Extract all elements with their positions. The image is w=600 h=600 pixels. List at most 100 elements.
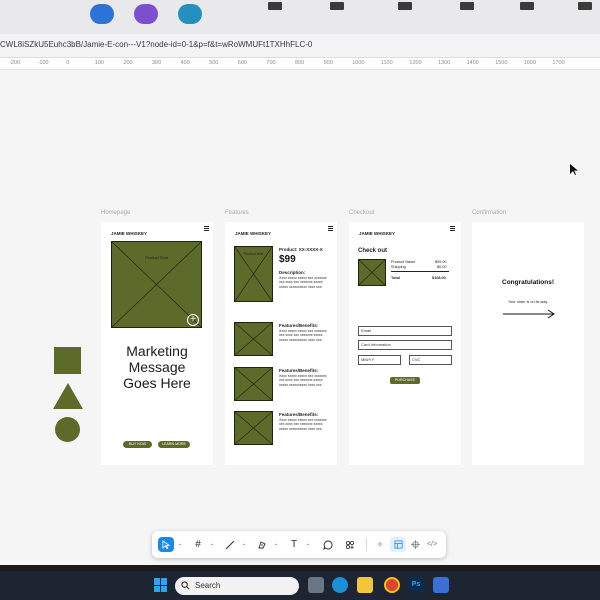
comment-tool-button[interactable] — [320, 537, 336, 552]
search-icon — [181, 581, 190, 590]
ruler-tick-label: 300 — [152, 60, 162, 66]
learn-more-button[interactable]: LEARN MORE — [158, 441, 190, 448]
ruler-tick-label: 1300 — [438, 60, 451, 66]
triangle-shape[interactable] — [53, 383, 83, 409]
browser-tab-icon[interactable] — [398, 2, 412, 10]
pen-icon — [258, 540, 266, 548]
ruler-tick-label: 1700 — [552, 60, 565, 66]
comment-icon — [323, 540, 333, 550]
benefit-title: Features/Benefits: — [279, 323, 319, 328]
product-image-placeholder: Product Shot + — [111, 241, 202, 328]
features-frame[interactable]: JAMIE WHISKEY Product shot Product: XX-X… — [225, 222, 337, 465]
confirmation-frame[interactable]: Congratulations! Your order is on its wa… — [472, 222, 584, 465]
code-tool-button[interactable]: </> — [424, 537, 440, 552]
chevron-down-icon[interactable]: ⌄ — [210, 541, 214, 547]
homepage-frame[interactable]: JAMIE WHISKEY Product Shot + Marketing M… — [101, 222, 213, 465]
product-price: $99 — [279, 254, 296, 265]
ruler-tick-label: 1000 — [352, 60, 365, 66]
brand-logo: JAMIE WHISKEY — [111, 231, 148, 236]
benefit-text: Xxxx xxxxx xxxxx xxx xxxxxxx xxx xxxx xx… — [279, 374, 327, 387]
benefit-title: Features/Benefits: — [279, 412, 319, 417]
line-item-price: $99.00 — [435, 260, 447, 264]
text-tool-button[interactable]: T — [286, 537, 302, 552]
browser-tab-icon[interactable] — [134, 4, 158, 24]
feature-image-placeholder — [234, 322, 273, 356]
circle-shape[interactable] — [55, 417, 80, 442]
menu-icon[interactable] — [204, 226, 209, 231]
pen-tool-button[interactable] — [254, 537, 270, 552]
address-bar[interactable]: CWL8iSZkU5Euhc3bB/Jamie-E-con---V1?node-… — [0, 34, 600, 58]
layout-icon — [393, 540, 403, 549]
ruler-tick-label: 1600 — [523, 60, 537, 66]
line-tool-button[interactable] — [222, 537, 238, 552]
app-icon[interactable] — [433, 577, 449, 593]
mouse-cursor-icon — [570, 164, 578, 175]
total-price: $108.00 — [432, 276, 446, 280]
ruler-tick-label: 200 — [123, 60, 133, 66]
browser-tab-bar — [0, 0, 600, 34]
product-shot-label: Product Shot — [144, 255, 169, 260]
total-label: Total — [391, 276, 400, 280]
chevron-down-icon[interactable]: ⌄ — [242, 541, 246, 547]
browser-tab-icon[interactable] — [520, 2, 534, 10]
cvc-field[interactable]: CVC — [409, 355, 452, 365]
browser-tab-icon[interactable] — [330, 2, 344, 10]
ruler-tick-label: 1500 — [495, 60, 508, 66]
menu-icon[interactable] — [328, 226, 333, 231]
card-info-field[interactable]: Card Information — [358, 340, 452, 350]
email-field[interactable]: Email — [358, 326, 452, 336]
edge-browser-icon[interactable] — [332, 577, 348, 593]
confirmation-title: Congratulations! — [502, 279, 554, 286]
frame-label-confirmation[interactable]: Confirmation — [472, 210, 506, 216]
inspect-tool-button[interactable] — [407, 537, 423, 552]
frame-label-features[interactable]: Features — [225, 210, 249, 216]
square-shape[interactable] — [54, 347, 81, 374]
shipping-label: Shipping — [391, 265, 406, 269]
chrome-browser-icon[interactable] — [384, 577, 400, 593]
design-toolbar: ⌄ # ⌄ ⌄ ⌄ T ⌄ ✧ </> — [152, 531, 446, 558]
brand-logo: JAMIE WHISKEY — [359, 231, 396, 236]
windows-start-icon[interactable] — [154, 578, 168, 592]
move-tool-button[interactable] — [158, 537, 174, 552]
add-icon[interactable]: + — [187, 314, 199, 326]
photoshop-icon[interactable]: Ps — [408, 577, 424, 593]
product-name: Product: XX-XXXX-X — [279, 247, 323, 252]
ai-tool-button[interactable]: ✧ — [372, 537, 388, 552]
arrow-right-icon — [503, 309, 555, 319]
browser-tab-icon[interactable] — [460, 2, 474, 10]
design-canvas[interactable]: Homepage JAMIE WHISKEY Product Shot + Ma… — [0, 71, 600, 565]
confirmation-message: Your order is on its way. — [507, 300, 549, 304]
components-icon — [345, 540, 355, 549]
ruler-tick-label: 600 — [237, 60, 247, 66]
browser-tab-icon[interactable] — [178, 4, 202, 24]
text-icon: T — [290, 539, 298, 550]
url-text[interactable]: CWL8iSZkU5Euhc3bB/Jamie-E-con---V1?node-… — [0, 40, 312, 49]
marketing-headline: Marketing Message Goes Here — [123, 343, 191, 391]
checkout-frame[interactable]: JAMIE WHISKEY Check out Product Name $99… — [349, 222, 461, 465]
browser-tab-icon[interactable] — [578, 2, 592, 10]
taskbar-search-input[interactable]: Search — [175, 577, 299, 595]
buy-now-button[interactable]: BUY NOW — [123, 441, 152, 448]
ruler-tick-label: 900 — [323, 60, 333, 66]
task-view-icon[interactable] — [308, 577, 324, 593]
components-tool-button[interactable] — [342, 537, 358, 552]
purchase-button[interactable]: PURCHASE — [390, 377, 420, 384]
frame-label-homepage[interactable]: Homepage — [101, 210, 130, 216]
chevron-down-icon[interactable]: ⌄ — [274, 541, 278, 547]
ruler-tick-label: 1400 — [466, 60, 479, 66]
horizontal-ruler: -200 -100 0 100 200 300 400 500 600 700 800 900 1000… — [0, 58, 600, 70]
menu-icon[interactable] — [450, 226, 455, 231]
toolbar-divider — [366, 538, 367, 551]
frame-label-checkout[interactable]: Checkout — [349, 210, 374, 216]
dev-mode-layout-button[interactable] — [390, 537, 406, 552]
ruler-tick-label: 0 — [66, 60, 70, 66]
feature-image-placeholder — [234, 411, 273, 445]
browser-tab-icon[interactable] — [90, 4, 114, 24]
checkout-title: Check out — [358, 248, 388, 254]
frame-tool-button[interactable]: # — [190, 537, 206, 552]
browser-tab-icon[interactable] — [268, 2, 282, 10]
chevron-down-icon[interactable]: ⌄ — [306, 541, 310, 547]
chevron-down-icon[interactable]: ⌄ — [178, 541, 182, 547]
file-explorer-icon[interactable] — [357, 577, 373, 593]
expiry-field[interactable]: MM/YY — [358, 355, 401, 365]
